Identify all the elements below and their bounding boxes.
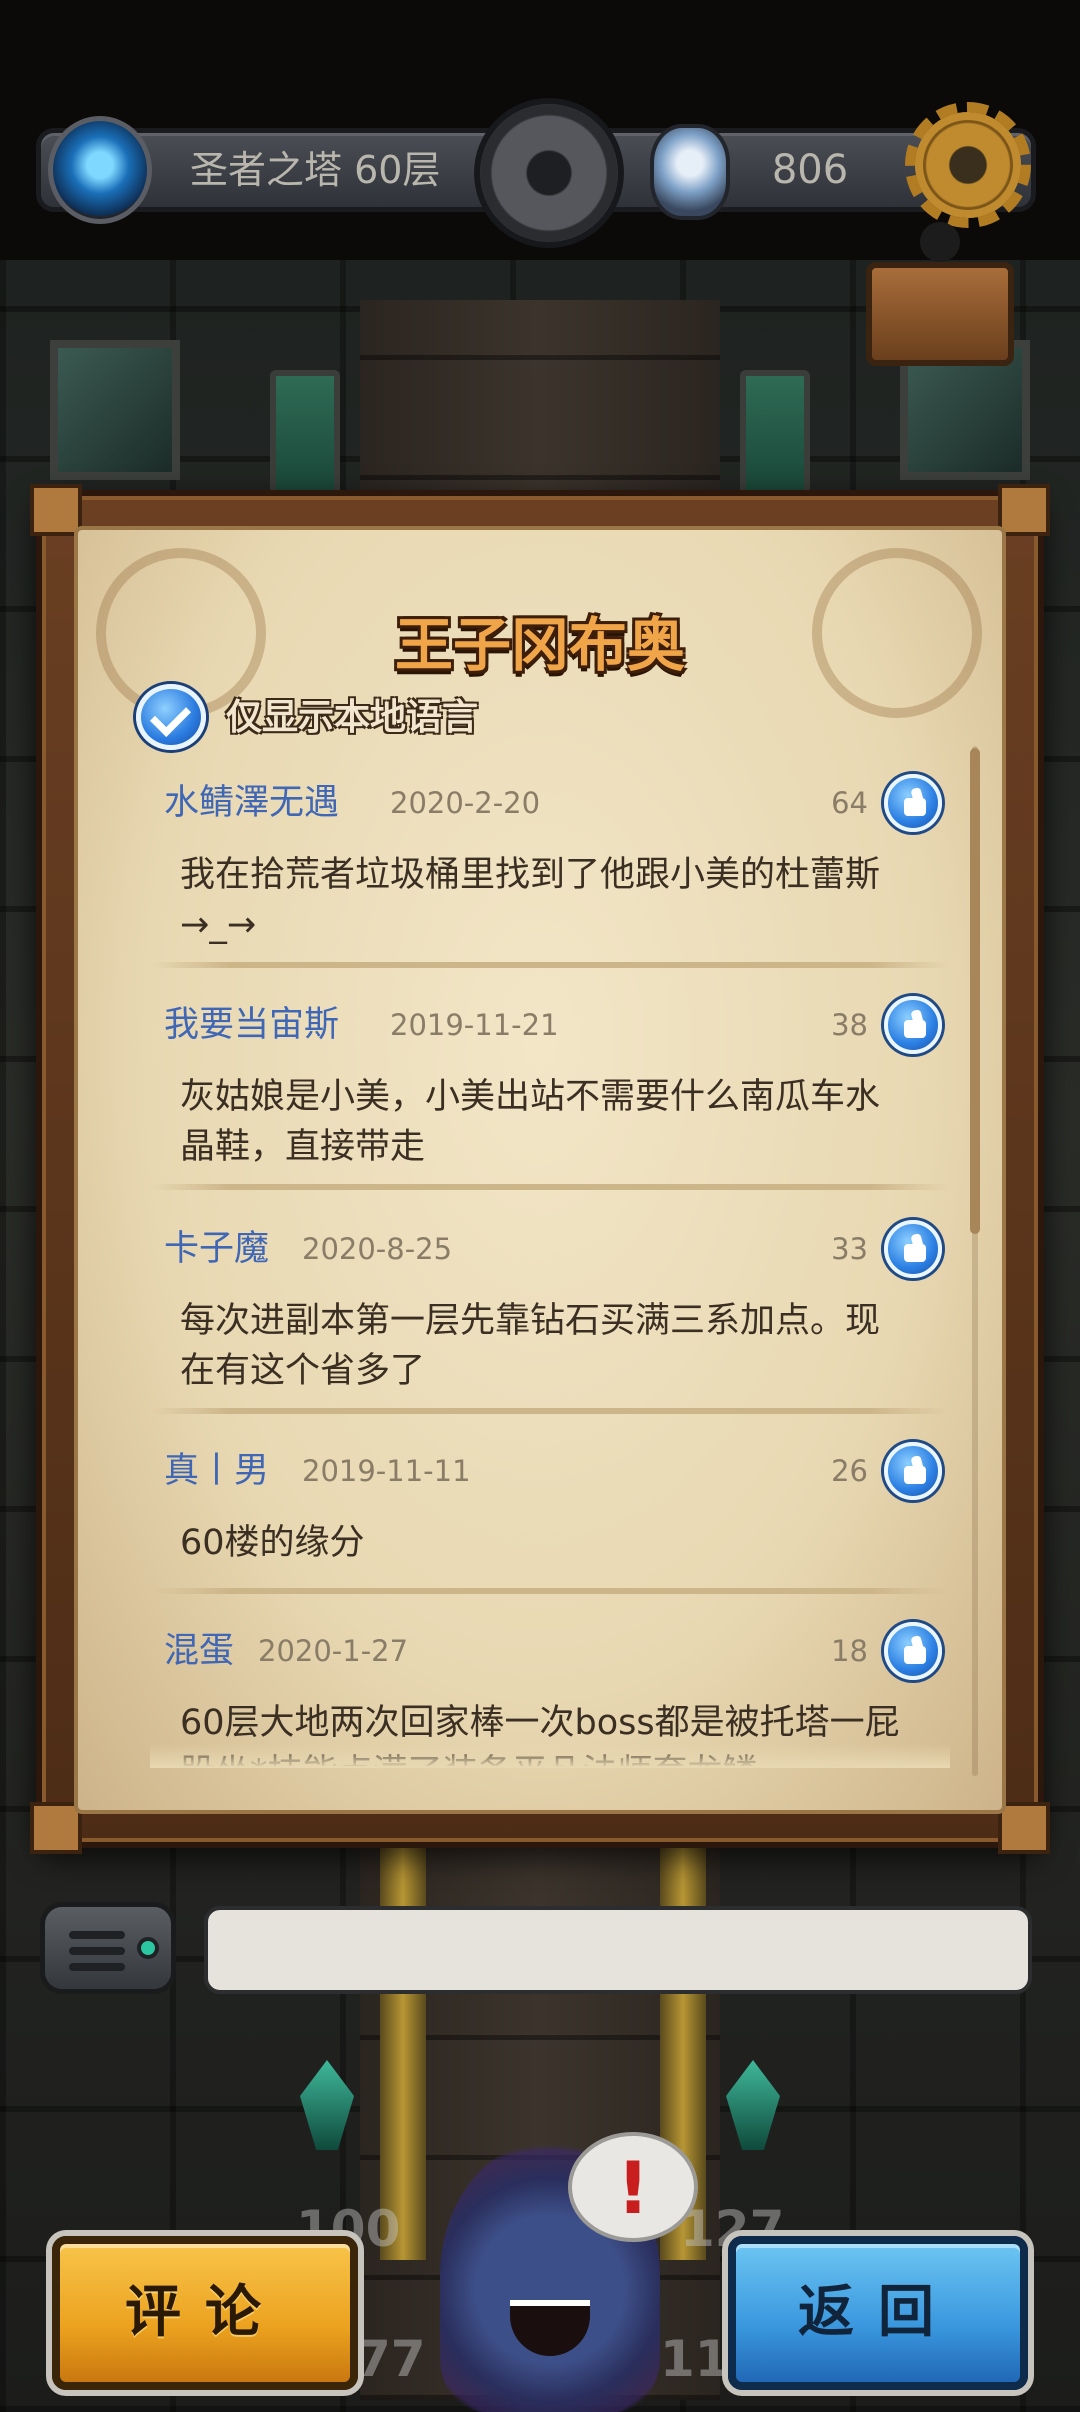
comment-username[interactable]: 水鲭澤无遇: [164, 780, 339, 826]
chat-input[interactable]: [204, 1906, 1032, 1994]
comment-like-count: 33: [831, 1232, 868, 1266]
chat-toggle-button[interactable]: [40, 1902, 176, 1994]
thumbs-up-icon[interactable]: [884, 774, 942, 832]
comment-button[interactable]: 评论: [52, 2236, 358, 2390]
comment-date: 2020-2-20: [390, 786, 541, 820]
comment-text: 60楼的缘分: [180, 1523, 365, 1563]
alert-icon[interactable]: !: [568, 2132, 698, 2242]
menu-line-icon: [69, 1931, 125, 1939]
comment-date: 2019-11-11: [302, 1454, 471, 1488]
frame-corner: [30, 484, 82, 536]
comment-username[interactable]: 我要当宙斯: [164, 1002, 339, 1048]
background-number: 77: [356, 2330, 426, 2388]
thumbs-up-icon[interactable]: [884, 1442, 942, 1500]
treasure-chest-icon[interactable]: [866, 262, 1014, 366]
background-number: 11: [660, 2330, 730, 2388]
gem-icon: [650, 124, 730, 220]
comment-text: 我在拾荒者垃圾桶里找到了他跟小美的杜蕾斯→_→: [180, 855, 881, 945]
gear-icon[interactable]: [905, 102, 1031, 228]
comment-like-count: 18: [831, 1634, 868, 1668]
status-dot-icon: [137, 1937, 159, 1959]
floor-label: 圣者之塔 60层: [190, 148, 441, 192]
scrollbar-thumb[interactable]: [970, 748, 980, 1234]
menu-line-icon: [69, 1963, 125, 1971]
compass-icon[interactable]: [474, 98, 624, 248]
thumbs-up-icon[interactable]: [884, 1220, 942, 1278]
comment-divider: [150, 1184, 950, 1190]
game-screen: 圣者之塔 60层 806 王子冈布奥 仅显示本地语言 水鲭澤无遇 2020-2-…: [0, 0, 1080, 2412]
comment-like-count: 38: [831, 1008, 868, 1042]
comment-username[interactable]: 卡子魔: [164, 1226, 269, 1272]
comment-divider: [150, 962, 950, 968]
local-language-label[interactable]: 仅显示本地语言: [226, 690, 546, 746]
comment-date: 2020-1-27: [258, 1634, 409, 1668]
wall-window: [50, 340, 180, 480]
comment-like-count: 26: [831, 1454, 868, 1488]
comments-list[interactable]: 水鲭澤无遇 2020-2-20 64 我在拾荒者垃圾桶里找到了他跟小美的杜蕾斯→…: [150, 766, 950, 1766]
comment-divider: [150, 1588, 950, 1594]
thumbs-up-icon[interactable]: [884, 996, 942, 1054]
gold-counter: 806: [771, 147, 849, 193]
comment-date: 2020-8-25: [302, 1232, 453, 1266]
comment-text: 每次进副本第一层先靠钻石买满三系加点。现在有这个省多了: [180, 1301, 881, 1391]
comment-text: 灰姑娘是小美，小美出站不需要什么南瓜车水晶鞋，直接带走: [180, 1077, 881, 1167]
portal-icon[interactable]: [48, 116, 152, 224]
comment-like-count: 64: [831, 786, 868, 820]
comment-divider: [150, 1408, 950, 1414]
frame-corner: [998, 1802, 1050, 1854]
comment-username[interactable]: 真丨男: [164, 1448, 269, 1494]
dialog-title: 王子冈布奥: [394, 611, 685, 679]
gold-bar: [380, 1840, 426, 2260]
thumbs-up-icon[interactable]: [884, 1622, 942, 1680]
menu-line-icon: [69, 1947, 125, 1955]
back-button[interactable]: 返回: [728, 2236, 1028, 2390]
list-fade: [150, 1744, 950, 1768]
local-language-checkbox[interactable]: [136, 684, 206, 750]
bomb-icon: [920, 222, 960, 262]
comment-date: 2019-11-21: [390, 1008, 559, 1042]
frame-corner: [998, 484, 1050, 536]
comment-username[interactable]: 混蛋: [164, 1628, 234, 1674]
